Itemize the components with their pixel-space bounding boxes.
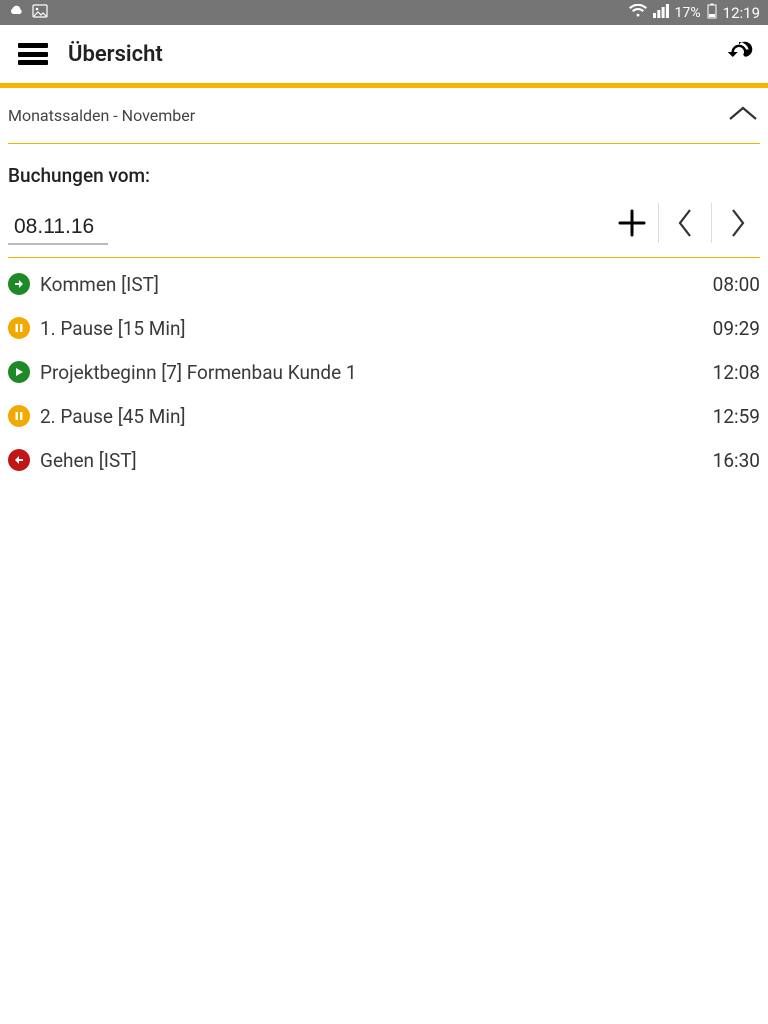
entry-time: 09:29 [713,317,760,340]
arrive-icon [8,273,30,295]
battery-percent: 17% [675,5,701,21]
entry-label: Projektbeginn [7] Formenbau Kunde 1 [40,361,357,384]
entry-row[interactable]: Kommen [IST] 08:00 [8,262,760,306]
entry-list: Kommen [IST] 08:00 1. Pause [15 Min] 09:29 P… [0,258,768,482]
entry-time: 12:08 [713,361,760,384]
entry-row[interactable]: 1. Pause [15 Min] 09:29 [8,306,760,350]
page-title: Übersicht [68,42,163,67]
date-input[interactable] [8,213,108,245]
image-icon [32,4,48,22]
separator [711,203,712,243]
add-entry-button[interactable] [610,201,654,245]
refresh-button[interactable] [724,37,754,71]
play-icon [8,361,30,383]
bookings-label: Buchungen vom: [8,164,760,187]
cloud-icon [8,4,24,22]
battery-icon [707,3,717,23]
entry-time: 16:30 [713,449,760,472]
chevron-up-icon [726,104,760,128]
month-balance-header[interactable]: Monatssalden - November [8,88,760,144]
wifi-icon [629,4,647,22]
signal-icon [653,4,669,22]
entry-row[interactable]: Gehen [IST] 16:30 [8,438,760,482]
entry-label: Kommen [IST] [40,273,159,296]
menu-button[interactable] [18,43,48,65]
leave-icon [8,449,30,471]
entry-time: 08:00 [713,273,760,296]
entry-label: 1. Pause [15 Min] [40,317,186,340]
status-bar: 17% 12:19 [0,0,768,25]
entry-label: Gehen [IST] [40,449,137,472]
separator [658,203,659,243]
status-clock: 12:19 [723,4,760,22]
app-bar: Übersicht [0,25,768,83]
prev-day-button[interactable] [663,201,707,245]
next-day-button[interactable] [716,201,760,245]
pause-icon [8,405,30,427]
entry-row[interactable]: Projektbeginn [7] Formenbau Kunde 1 12:08 [8,350,760,394]
entry-row[interactable]: 2. Pause [45 Min] 12:59 [8,394,760,438]
pause-icon [8,317,30,339]
entry-time: 12:59 [713,405,760,428]
month-balance-label: Monatssalden - November [8,106,195,125]
entry-label: 2. Pause [45 Min] [40,405,186,428]
